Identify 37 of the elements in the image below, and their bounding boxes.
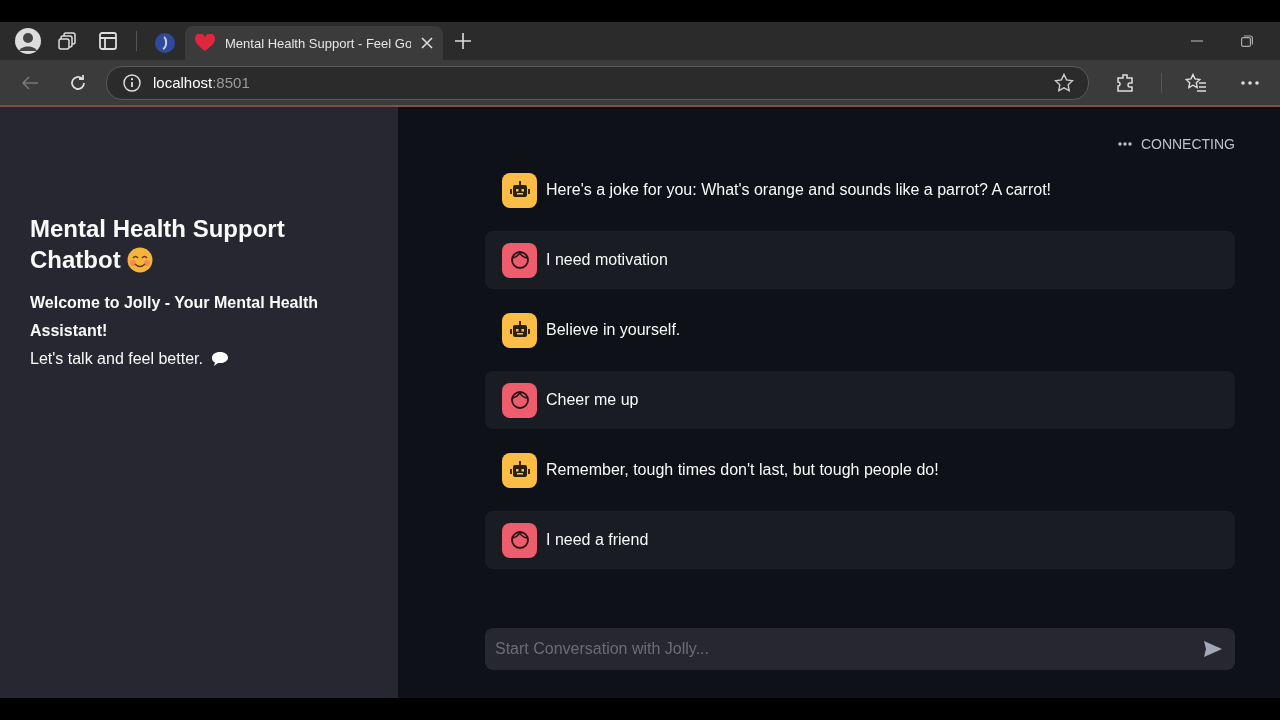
back-arrow-icon[interactable] [21, 74, 39, 91]
more-options-icon[interactable] [1241, 80, 1259, 85]
restore-icon[interactable] [1241, 35, 1253, 47]
puzzle-piece-icon[interactable] [1115, 72, 1135, 93]
robot-avatar-icon [502, 452, 537, 488]
tab-actions-icon[interactable] [99, 32, 117, 50]
user-avatar-icon [502, 382, 537, 418]
browser-tab[interactable]: Mental Health Support - Feel Go [185, 26, 443, 60]
robot-avatar-icon [502, 172, 537, 208]
welcome-text: Welcome to Jolly - Your Mental Health Assistant! [30, 293, 320, 341]
message-text: I need a friend [546, 531, 649, 549]
sidebar-title: Mental Health Support Chatbot [30, 214, 286, 275]
message-text: Believe in yourself. [546, 321, 681, 339]
message-text: Here's a joke for you: What's orange and sounds like a parrot? A carrot! [546, 181, 1052, 199]
favorites-icon[interactable] [1185, 72, 1207, 93]
address-bar[interactable]: localhost:8501 [106, 65, 1089, 100]
user-avatar-icon [502, 522, 537, 558]
close-icon[interactable] [421, 37, 433, 49]
ellipsis-icon [1117, 142, 1132, 146]
send-icon[interactable] [1203, 640, 1223, 658]
speech-bubble-icon [210, 351, 229, 367]
message-text: I need motivation [546, 251, 668, 269]
info-icon[interactable] [123, 73, 141, 92]
new-tab-plus-icon[interactable] [455, 33, 471, 49]
tagline-text: Let's talk and feel better. [30, 349, 203, 369]
message-text: Cheer me up [546, 391, 639, 409]
message-text: Remember, tough times don't last, but tough people do! [546, 461, 939, 479]
workspaces-icon[interactable] [58, 31, 78, 51]
smiling-face-icon [127, 247, 154, 273]
heart-icon [195, 34, 215, 52]
chat-input-field[interactable]: Start Conversation with Jolly... [485, 628, 1235, 670]
profile-avatar-icon [15, 28, 41, 54]
connection-status: CONNECTING [1140, 136, 1235, 152]
star-icon[interactable] [1054, 72, 1074, 93]
user-avatar-icon [502, 242, 537, 278]
refresh-icon[interactable] [69, 73, 87, 92]
robot-avatar-icon [502, 312, 537, 348]
